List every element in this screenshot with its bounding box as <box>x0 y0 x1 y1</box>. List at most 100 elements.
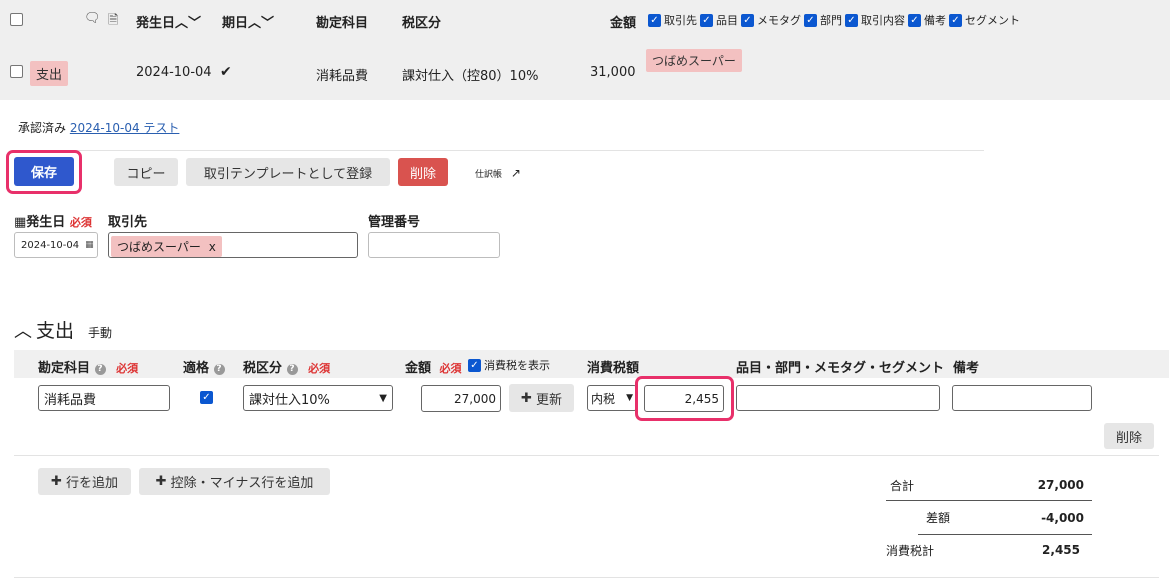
row-amount: 31,000 <box>590 65 636 80</box>
detail-taxclass-text: 税区分 <box>243 361 283 376</box>
delete-row-button[interactable]: 削除 <box>1104 423 1154 449</box>
copy-button[interactable]: コピー <box>114 158 178 186</box>
tax-class-select[interactable]: 課対仕入10% ▼ <box>243 385 393 411</box>
section-header[interactable]: ︿ 支出 手動 <box>14 316 112 343</box>
detail-account-text: 勘定科目 <box>38 361 91 376</box>
amount-value: 27,000 <box>454 391 496 406</box>
journal-label: 仕訳帳 <box>475 170 503 180</box>
sort-issue-date[interactable]: 発生日︿﹀ <box>136 12 201 31</box>
issue-date-label: ▦発生日 必須 <box>14 211 92 230</box>
divider <box>14 577 1159 578</box>
detail-account-header: 勘定科目 ? 必須 <box>38 357 138 376</box>
partner-input[interactable]: つばめスーパー x <box>108 232 358 258</box>
help-icon[interactable]: ? <box>213 364 225 375</box>
issue-date-input[interactable]: 2024-10-04 ▦ <box>14 232 98 258</box>
tax-mode-select[interactable]: 内税 ▼ <box>587 385 637 411</box>
row-checkbox[interactable] <box>10 65 23 78</box>
tax-mode-value: 内税 <box>591 391 616 406</box>
save-button[interactable]: 保存 <box>14 157 74 186</box>
toggle-label: セグメント <box>965 14 1020 27</box>
approval-status: 承認済み <box>18 121 67 135</box>
total-label: 合計 <box>890 478 915 493</box>
document-icon: 🗎 <box>108 13 119 28</box>
toggle-label: 品目 <box>716 14 738 27</box>
issue-date-header: 発生日 <box>136 16 176 31</box>
tax-total-value: 2,455 <box>1042 543 1080 557</box>
help-icon[interactable]: ? <box>286 364 298 375</box>
show-tax-toggle[interactable]: ✓ 消費税を表示 <box>468 357 550 373</box>
show-tax-label: 消費税を表示 <box>484 359 550 372</box>
required-tag: 必須 <box>116 362 139 375</box>
sort-due-date[interactable]: 期日︿﹀ <box>222 12 274 31</box>
tax-amount-value: 2,455 <box>684 391 719 406</box>
update-label: 更新 <box>535 392 562 408</box>
journal-link[interactable]: 仕訳帳 ↗ <box>475 166 521 180</box>
toggle-checkbox[interactable]: ✓ <box>804 13 817 27</box>
required-tag: 必須 <box>308 362 331 375</box>
diff-row: 差額 -4,000 <box>918 501 1092 535</box>
issue-date-text: 発生日 <box>26 215 66 230</box>
add-deduction-button[interactable]: ✚ 控除・マイナス行を追加 <box>139 468 330 495</box>
column-toggles: ✓ 取引先 ✓ 品目 ✓ メモタグ ✓ 部門 ✓ 取引内容 ✓ 備考 ✓ セグメント <box>648 12 1020 28</box>
toggle-checkbox[interactable]: ✓ <box>949 13 962 27</box>
issue-date-value: 2024-10-04 <box>21 239 80 251</box>
help-icon[interactable]: ? <box>94 364 106 375</box>
select-all-checkbox[interactable] <box>10 13 23 26</box>
detail-taxclass-header: 税区分 ? 必須 <box>243 357 330 376</box>
add-row-label: 行を追加 <box>65 476 118 491</box>
plus-icon: ✚ <box>521 390 532 406</box>
toggle-label: 取引内容 <box>861 14 905 27</box>
diff-label: 差額 <box>926 511 951 525</box>
divider <box>14 455 1159 456</box>
update-button[interactable]: ✚ 更新 <box>509 384 574 412</box>
tax-class-value: 課対仕入10% <box>249 392 330 408</box>
toggle-checkbox[interactable]: ✓ <box>908 13 921 27</box>
partner-label: 取引先 <box>108 215 148 230</box>
row-date: 2024-10-04 <box>136 65 212 80</box>
toggle-checkbox[interactable]: ✓ <box>700 13 713 27</box>
due-date-header: 期日 <box>222 16 249 31</box>
delete-button[interactable]: 削除 <box>398 158 448 186</box>
total-value: 27,000 <box>1037 478 1084 492</box>
approval-link[interactable]: 2024-10-04 テスト <box>70 121 180 135</box>
memo-input[interactable] <box>952 385 1092 411</box>
tax-header: 税区分 <box>402 16 442 31</box>
manage-no-label: 管理番号 <box>368 215 421 230</box>
plus-icon: ✚ <box>51 474 62 489</box>
tax-total-row: 消費税計 2,455 <box>886 535 1092 565</box>
manage-no-input[interactable] <box>368 232 500 258</box>
chevron-sort-icon: ︿﹀ <box>248 16 275 31</box>
add-row-button[interactable]: ✚ 行を追加 <box>38 468 131 495</box>
tax-total-label: 消費税計 <box>886 543 935 558</box>
chevron-up-icon: ︿ <box>14 321 32 342</box>
toggle-checkbox[interactable]: ✓ <box>648 13 661 27</box>
calendar-icon: ▦ <box>14 215 27 230</box>
register-template-button[interactable]: 取引テンプレートとして登録 <box>186 158 390 186</box>
detail-amount-text: 金額 <box>405 361 432 376</box>
totals-table: 合計 27,000 差額 -4,000 消費税計 2,455 <box>886 470 1092 565</box>
approval-line: 承認済み 2024-10-04 テスト <box>18 119 179 136</box>
tax-amount-input[interactable]: 2,455 <box>644 385 724 412</box>
toggle-label: 備考 <box>924 14 946 27</box>
account-value: 消耗品費 <box>44 392 97 408</box>
eligible-checkbox[interactable]: ✓ <box>200 391 213 404</box>
account-input[interactable]: 消耗品費 <box>38 385 170 411</box>
chevron-down-icon: ▼ <box>379 392 387 404</box>
amount-input[interactable]: 27,000 <box>421 385 501 412</box>
detail-eligible-text: 適格 <box>183 361 210 376</box>
toggle-checkbox[interactable]: ✓ <box>741 13 754 27</box>
section-title: 支出 <box>36 320 75 342</box>
items-input[interactable] <box>736 385 940 411</box>
amount-header: 金額 <box>610 16 637 31</box>
total-row: 合計 27,000 <box>886 470 1092 501</box>
row-tax: 課対仕入（控80）10% <box>402 69 539 84</box>
show-tax-checkbox[interactable]: ✓ <box>468 358 481 372</box>
detail-amount-header: 金額 必須 <box>405 357 462 376</box>
partner-tag-label: つばめスーパー <box>117 240 201 254</box>
chevron-sort-icon: ︿﹀ <box>175 16 202 31</box>
chevron-down-icon: ▼ <box>626 393 633 403</box>
toggle-checkbox[interactable]: ✓ <box>845 13 858 27</box>
section-mode: 手動 <box>88 326 113 340</box>
calendar-icon: ▦ <box>85 240 94 250</box>
remove-tag-icon[interactable]: x <box>209 240 216 254</box>
